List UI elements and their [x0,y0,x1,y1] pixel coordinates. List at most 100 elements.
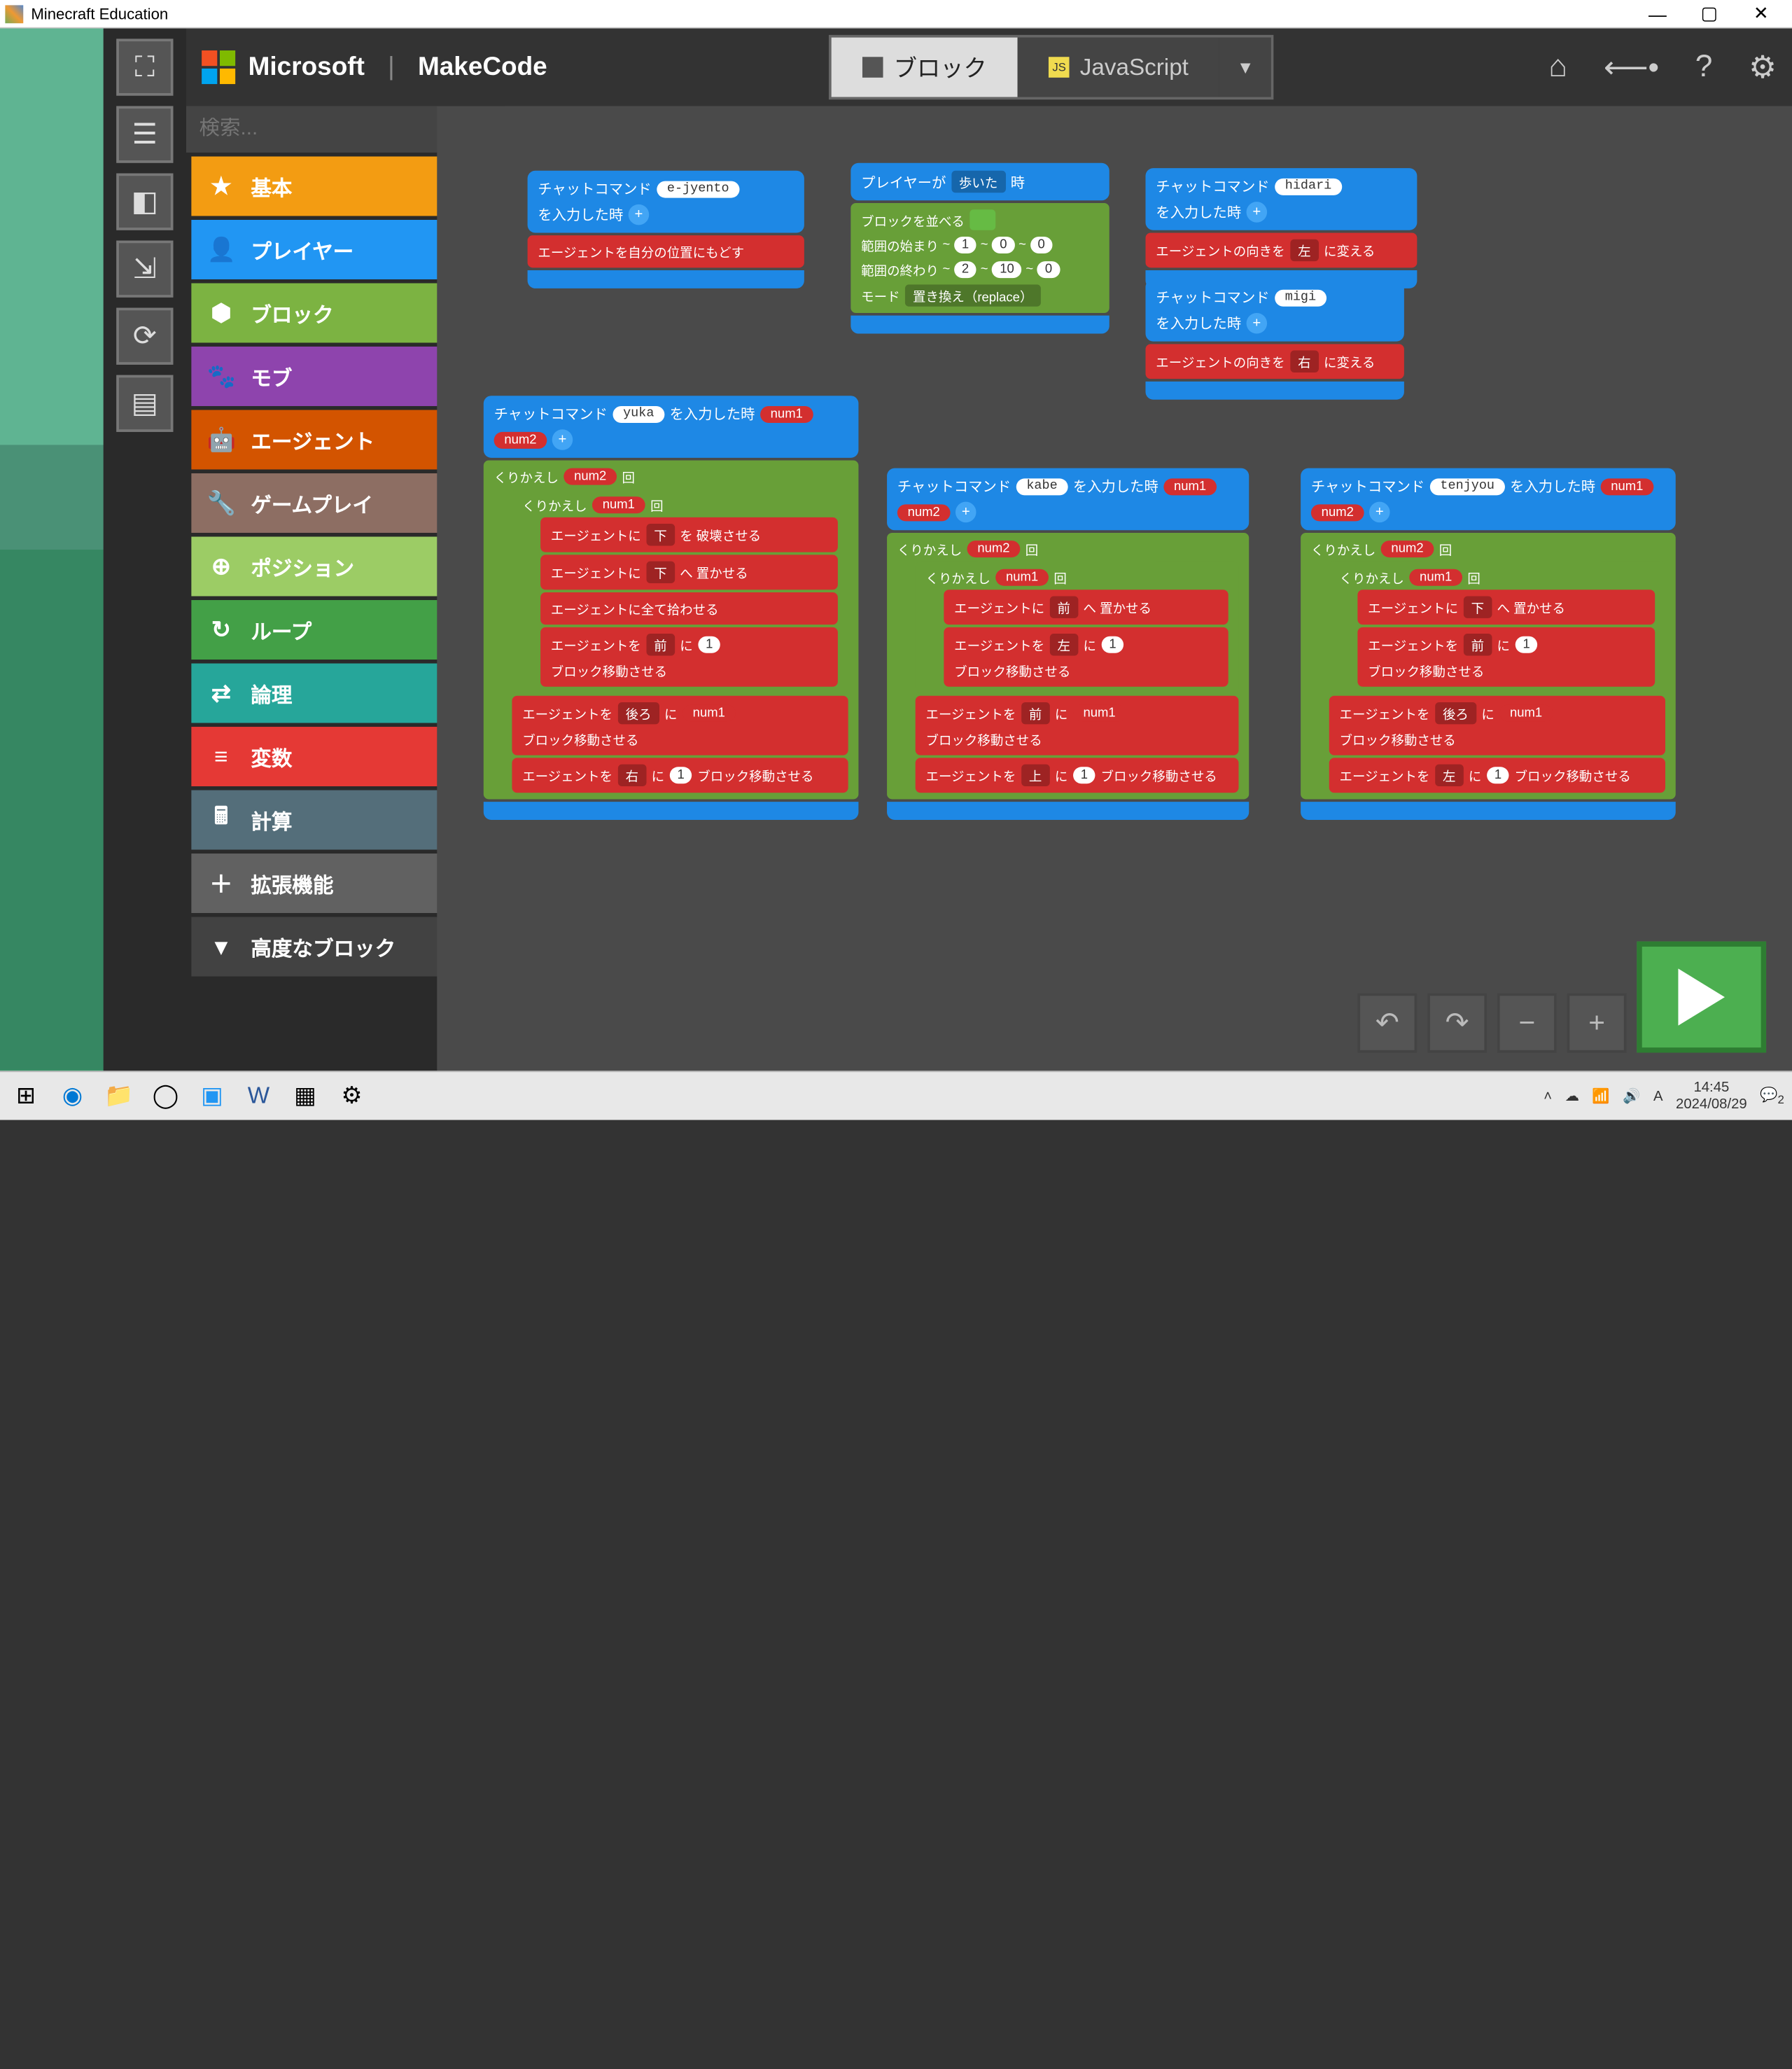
toolbox-icon: 👤 [207,236,236,263]
block-player-walked[interactable]: プレイヤーが歩いた時 ブロックを並べる 範囲の始まり~1~0~0 範囲の終わり~… [850,163,1109,334]
stmt-fill[interactable]: ブロックを並べる 範囲の始まり~1~0~0 範囲の終わり~2~10~0 モード置… [850,203,1109,313]
fullscreen-button[interactable]: ⛶ [116,39,173,95]
zoom-out-button[interactable]: − [1497,994,1557,1053]
editor-side-toolbar: ⛶ ☰ ◧ ⇲ ⟳ ▤ [104,29,186,1071]
tab-dropdown[interactable]: ▾ [1219,38,1271,97]
taskbar-chrome[interactable]: ◯ [148,1078,184,1115]
tray-wifi-icon[interactable]: 📶 [1592,1087,1609,1104]
loop-inner-yuka[interactable]: くりかえしnum1回 エージェントに下を 破壊させる エージェントに下へ 置かせ… [512,489,848,693]
taskbar-edge[interactable]: ◉ [55,1078,91,1115]
toolbox-icon: ↻ [207,616,236,643]
block-chat-hidari[interactable]: チャットコマンドhidariを入力した時+ エージェントの向きを左に変える [1145,168,1417,288]
add-param-icon[interactable]: + [1369,502,1390,523]
window-title: Minecraft Education [31,4,1632,22]
block-chat-ejyento[interactable]: チャットコマンドe-jyentoを入力した時+ エージェントを自分の位置にもどす [528,171,804,288]
stmt-agent-return[interactable]: エージェントを自分の位置にもどす [528,235,804,267]
toolbox-panel: 🔍 ★基本👤プレイヤー⬢ブロック🐾モブ🤖エージェント🔧ゲームプレイ⊕ポジション↻… [186,106,437,1071]
loop-outer-tenjyou[interactable]: くりかえしnum2回 くりかえしnum1回 エージェントに下へ 置かせる エージ… [1301,533,1676,799]
loop-inner-kabe[interactable]: くりかえしnum1回 エージェントに前へ 置かせる エージェントを左に1ブロック… [916,562,1239,693]
block-chat-migi[interactable]: チャットコマンドmigiを入力した時+ エージェントの向きを右に変える [1145,279,1404,400]
js-icon: JS [1049,57,1070,78]
share-icon[interactable]: ⟵• [1604,48,1659,86]
toolbox-label: 拡張機能 [251,868,333,898]
toolbox-label: 高度なブロック [251,931,396,962]
blocks-icon [862,57,883,78]
block-chat-tenjyou[interactable]: チャットコマンドtenjyouを入力した時num1num2+ くりかえしnum2… [1301,468,1676,820]
zoom-in-button[interactable]: + [1567,994,1627,1053]
close-button[interactable]: ✕ [1735,3,1787,25]
toolbox-label: エージェント [251,424,374,455]
tray-clock[interactable]: 14:45 2024/08/29 [1676,1080,1747,1112]
taskbar-settings[interactable]: ⚙ [334,1078,370,1115]
tab-blocks-label: ブロック [894,50,987,84]
toolbox-icon: 🐾 [207,363,236,390]
settings-icon[interactable]: ⚙ [1749,48,1777,86]
toolbox-icon: ⇄ [207,680,236,707]
add-param-icon[interactable]: + [1247,313,1268,334]
block-chat-yuka[interactable]: チャットコマンドyukaを入力した時num1num2+ くりかえしnum2回 く… [484,396,859,820]
toolbox-label: 論理 [251,678,292,709]
blocks-workspace[interactable]: チャットコマンドe-jyentoを入力した時+ エージェントを自分の位置にもどす… [437,106,1792,1071]
add-param-icon[interactable]: + [552,429,573,450]
taskbar-minecraft[interactable]: ▦ [287,1078,323,1115]
refresh-button[interactable]: ⟳ [116,308,173,365]
play-icon [1678,968,1724,1025]
toolbox-label: 計算 [251,804,292,835]
run-button[interactable] [1637,942,1766,1053]
tab-javascript[interactable]: JSJavaScript [1018,38,1219,97]
menu-button[interactable]: ☰ [116,106,173,162]
toolbox-label: モブ [251,361,292,391]
toolbox-icon: ⊕ [207,553,236,580]
block-chat-kabe[interactable]: チャットコマンドkabeを入力した時num1num2+ くりかえしnum2回 く… [887,468,1249,820]
add-param-icon[interactable]: + [629,204,650,225]
taskbar-explorer[interactable]: 📁 [101,1078,137,1115]
microsoft-icon [202,50,235,84]
add-param-icon[interactable]: + [955,502,976,523]
toolbox-icon: 🔧 [207,489,236,517]
brand-makecode: MakeCode [418,53,547,82]
toolbox-label: ブロック [251,298,333,328]
add-param-icon[interactable]: + [1247,202,1268,223]
game-preview-strip [0,29,104,1071]
loop-outer-yuka[interactable]: くりかえしnum2回 くりかえしnum1回 エージェントに下を 破壊させる エー… [484,461,859,800]
taskbar-photos[interactable]: ▣ [194,1078,230,1115]
toolbox-icon: ≡ [207,743,236,770]
split-view-button[interactable]: ◧ [116,174,173,230]
redo-button[interactable]: ↷ [1427,994,1487,1053]
windows-taskbar: ⊞ ◉ 📁 ◯ ▣ W ▦ ⚙ ˄ ☁ 📶 🔊 A 14:45 2024/08/… [0,1071,1792,1120]
tab-blocks[interactable]: ブロック [832,38,1018,97]
search-input[interactable] [199,118,466,141]
loop-inner-tenjyou[interactable]: くりかえしnum1回 エージェントに下へ 置かせる エージェントを前に1ブロック… [1329,562,1665,693]
toolbox-icon: ★ [207,173,236,200]
loop-outer-kabe[interactable]: くりかえしnum2回 くりかえしnum1回 エージェントに前へ 置かせる エージ… [887,533,1249,799]
tray-volume-icon[interactable]: 🔊 [1623,1087,1640,1104]
tray-chevron-icon[interactable]: ˄ [1544,1088,1552,1103]
stmt-turn-right[interactable]: エージェントの向きを右に変える [1145,344,1404,379]
microsoft-logo: Microsoft [202,50,365,84]
workspace-controls: ↶ ↷ − + [1357,942,1766,1053]
toolbox-icon: 🖩 [207,800,236,839]
tray-date: 2024/08/29 [1676,1096,1747,1111]
collapse-button[interactable]: ⇲ [116,241,173,298]
undo-button[interactable]: ↶ [1357,994,1417,1053]
maximize-button[interactable]: ▢ [1684,3,1735,25]
tray-ime[interactable]: A [1653,1088,1663,1103]
editor-header: Microsoft | MakeCode ブロック JSJavaScript ▾… [186,29,1792,106]
toolbox-label: 基本 [251,171,292,202]
stmt-turn-left[interactable]: エージェントの向きを左に変える [1145,232,1417,267]
start-button[interactable]: ⊞ [8,1078,44,1115]
minimize-button[interactable]: — [1632,4,1684,25]
toolbox-label: 変数 [251,741,292,772]
tray-time: 14:45 [1676,1080,1747,1096]
tray-cloud-icon[interactable]: ☁ [1565,1087,1579,1104]
taskbar-word[interactable]: W [241,1078,277,1115]
home-icon[interactable]: ⌂ [1548,48,1567,86]
app-icon [5,4,23,22]
header-actions: ⌂ ⟵• ? ⚙ [1548,48,1776,86]
system-tray: ˄ ☁ 📶 🔊 A 14:45 2024/08/29 💬2 [1544,1080,1784,1112]
toolbox-label: ポジション [251,551,354,582]
list-button[interactable]: ▤ [116,375,173,432]
help-icon[interactable]: ? [1695,48,1713,86]
tray-notifications[interactable]: 💬2 [1760,1086,1784,1106]
brand-microsoft: Microsoft [248,53,365,82]
